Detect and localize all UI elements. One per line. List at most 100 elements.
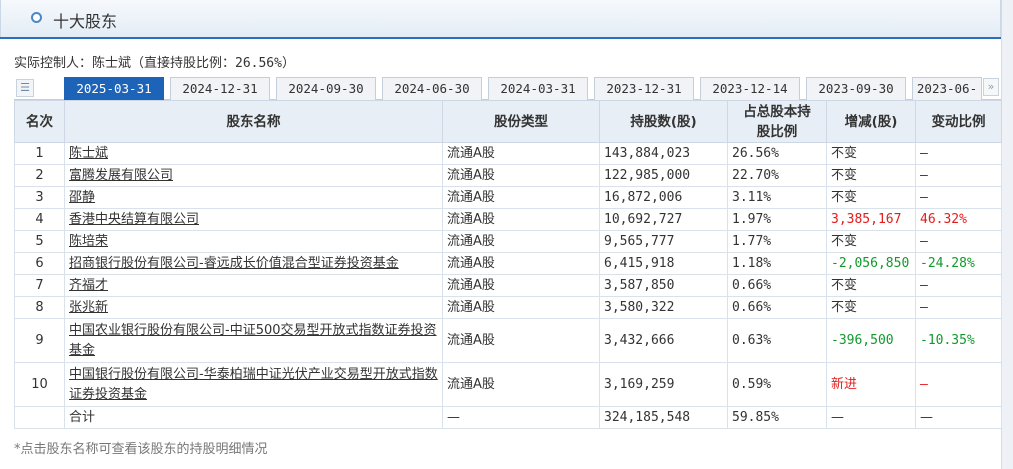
shares-cell: 122,985,000: [599, 164, 728, 187]
shareholder-link[interactable]: 招商银行股份有限公司-睿远成长价值混合型证券投资基金: [69, 256, 399, 271]
change-cell: -396,500: [826, 318, 916, 363]
change-ratio-cell: -24.28%: [915, 252, 1002, 275]
shareholder-link[interactable]: 中国银行股份有限公司-华泰柏瑞中证光伏产业交易型开放式指数证券投资基金: [69, 367, 438, 402]
rank-cell: 7: [14, 274, 65, 297]
tab-0[interactable]: 2025-03-31: [64, 77, 164, 100]
circle-bullet-icon: [31, 12, 42, 23]
rank-cell: 6: [14, 252, 65, 275]
type-cell: 流通A股: [442, 186, 600, 209]
type-cell: 流通A股: [442, 252, 600, 275]
ratio-cell: 3.11%: [727, 186, 827, 209]
shares-cell: 10,692,727: [599, 208, 728, 231]
footnote: *点击股东名称可查看该股东的持股明细情况: [14, 442, 268, 457]
table-row: 5 陈培荣 流通A股 9,565,777 1.77% 不变 —: [14, 230, 1002, 253]
change-cell: 不变: [826, 186, 916, 209]
list-icon[interactable]: ☰: [16, 79, 34, 97]
type-cell: 流通A股: [442, 274, 600, 297]
scroll-edge: [1001, 0, 1013, 469]
change-ratio-cell: —: [915, 164, 1002, 187]
rank-cell: 5: [14, 230, 65, 253]
rank-cell: 8: [14, 296, 65, 319]
table-row: 2 富腾发展有限公司 流通A股 122,985,000 22.70% 不变 —: [14, 164, 1002, 187]
shareholder-link[interactable]: 邵静: [69, 190, 95, 205]
header-change: 增减(股): [826, 100, 916, 143]
rank-cell: 1: [14, 142, 65, 165]
rank-cell: 10: [14, 362, 65, 407]
tab-8[interactable]: 2023-06-: [912, 77, 982, 100]
tab-1[interactable]: 2024-12-31: [170, 77, 270, 100]
rank-cell: 3: [14, 186, 65, 209]
ratio-cell: 1.77%: [727, 230, 827, 253]
shareholder-link[interactable]: 富腾发展有限公司: [69, 168, 173, 183]
rank-cell: 4: [14, 208, 65, 231]
double-chevron-right-icon[interactable]: »: [983, 78, 999, 96]
change-ratio-cell: —: [915, 230, 1002, 253]
shareholder-link[interactable]: 陈培荣: [69, 234, 108, 249]
tab-5[interactable]: 2023-12-31: [594, 77, 694, 100]
header-change-ratio: 变动比例: [915, 100, 1002, 143]
name-cell: 陈培荣: [64, 230, 443, 253]
shareholder-link[interactable]: 陈士斌: [69, 146, 108, 161]
name-cell: 中国银行股份有限公司-华泰柏瑞中证光伏产业交易型开放式指数证券投资基金: [64, 362, 443, 407]
change-cell: 不变: [826, 230, 916, 253]
type-cell: 流通A股: [442, 362, 600, 407]
shareholder-link[interactable]: 中国农业银行股份有限公司-中证500交易型开放式指数证券投资基金: [69, 323, 437, 358]
actual-controller: 实际控制人：陈士斌（直接持股比例：26.56%）: [14, 56, 295, 71]
header-shares: 持股数(股): [599, 100, 728, 143]
change-cell: 新进: [826, 362, 916, 407]
total-type: —: [442, 406, 600, 429]
shares-cell: 9,565,777: [599, 230, 728, 253]
total-row: 合计 —324,185,548 59.85% — —: [14, 406, 1002, 429]
ratio-cell: 0.66%: [727, 274, 827, 297]
shares-cell: 3,580,322: [599, 296, 728, 319]
total-change: —: [826, 406, 916, 429]
shareholder-link[interactable]: 张兆新: [69, 300, 108, 315]
shares-cell: 143,884,023: [599, 142, 728, 165]
rank-cell: 2: [14, 164, 65, 187]
table-row: 4 香港中央结算有限公司 流通A股 10,692,727 1.97% 3,385,167 4…: [14, 208, 1002, 231]
table-row: 8 张兆新 流通A股 3,580,322 0.66% 不变 —: [14, 296, 1002, 319]
type-cell: 流通A股: [442, 208, 600, 231]
change-ratio-cell: —: [915, 362, 1002, 407]
shares-cell: 3,169,259: [599, 362, 728, 407]
ratio-cell: 0.63%: [727, 318, 827, 363]
header-ratio: 占总股本持股比例: [727, 100, 827, 143]
change-cell: 3,385,167: [826, 208, 916, 231]
shares-cell: 3,587,850: [599, 274, 728, 297]
table-row: 6 招商银行股份有限公司-睿远成长价值混合型证券投资基金 流通A股 6,415,918…: [14, 252, 1002, 275]
change-cell: 不变: [826, 164, 916, 187]
panel-title: 十大股东: [53, 12, 118, 31]
total-ratio: 59.85%: [727, 406, 827, 429]
name-cell: 香港中央结算有限公司: [64, 208, 443, 231]
table-row: 9 中国农业银行股份有限公司-中证500交易型开放式指数证券投资基金 流通A股 3,4…: [14, 318, 1002, 363]
ratio-cell: 0.66%: [727, 296, 827, 319]
tab-6[interactable]: 2023-12-14: [700, 77, 800, 100]
header-type: 股份类型: [442, 100, 600, 143]
name-cell: 中国农业银行股份有限公司-中证500交易型开放式指数证券投资基金: [64, 318, 443, 363]
panel-header: 十大股东: [0, 0, 1001, 38]
shares-cell: 6,415,918: [599, 252, 728, 275]
name-cell: 邵静: [64, 186, 443, 209]
shareholder-link[interactable]: 香港中央结算有限公司: [69, 212, 199, 227]
tab-4[interactable]: 2024-03-31: [488, 77, 588, 100]
change-cell: 不变: [826, 142, 916, 165]
type-cell: 流通A股: [442, 230, 600, 253]
change-ratio-cell: 46.32%: [915, 208, 1002, 231]
header-underline: [0, 37, 1001, 39]
name-cell: 招商银行股份有限公司-睿远成长价值混合型证券投资基金: [64, 252, 443, 275]
table-row: 1 陈士斌 流通A股 143,884,023 26.56% 不变 —: [14, 142, 1002, 165]
name-cell: 张兆新: [64, 296, 443, 319]
table-header-row: 名次 股东名称 股份类型 持股数(股) 占总股本持股比例 增减(股) 变动比例: [14, 100, 1002, 143]
shareholder-link[interactable]: 齐福才: [69, 278, 108, 293]
change-cell: 不变: [826, 274, 916, 297]
type-cell: 流通A股: [442, 318, 600, 363]
tab-7[interactable]: 2023-09-30: [806, 77, 906, 100]
type-cell: 流通A股: [442, 296, 600, 319]
period-tabs: ☰ 2025-03-31 2024-12-31 2024-09-30 2024-06-…: [14, 76, 1001, 100]
tab-2[interactable]: 2024-09-30: [276, 77, 376, 100]
total-label: 合计: [64, 406, 443, 429]
tab-3[interactable]: 2024-06-30: [382, 77, 482, 100]
ratio-cell: 26.56%: [727, 142, 827, 165]
change-ratio-cell: —: [915, 274, 1002, 297]
header-name: 股东名称: [64, 100, 443, 143]
